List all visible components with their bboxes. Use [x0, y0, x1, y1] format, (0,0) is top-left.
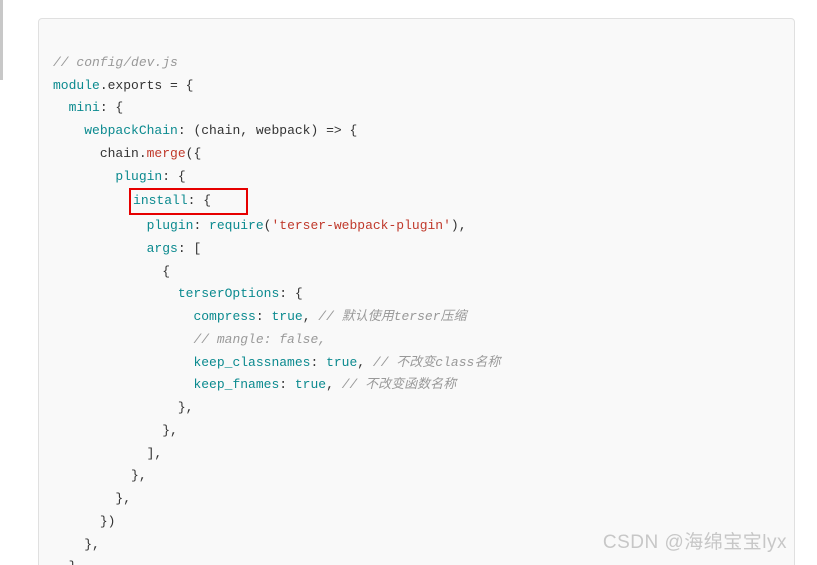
- code-line: install: {: [53, 193, 248, 208]
- code-line: compress: true, // 默认使用terser压缩: [53, 309, 467, 324]
- code-line: // mangle: false,: [53, 332, 326, 347]
- code-line: },: [53, 559, 84, 565]
- code-line: chain.merge({: [53, 146, 201, 161]
- code-line: plugin: {: [53, 169, 186, 184]
- code-line: keep_fnames: true, // 不改变函数名称: [53, 377, 456, 392]
- code-line: ],: [53, 446, 162, 461]
- code-line: },: [53, 400, 193, 415]
- code-line: },: [53, 537, 100, 552]
- code-block: // config/dev.js module.exports = { mini…: [38, 18, 795, 565]
- code-line: {: [53, 264, 170, 279]
- code-line: mini: {: [53, 100, 123, 115]
- highlighted-install-key: install: {: [129, 188, 248, 215]
- comment: // 不改变class名称: [373, 355, 500, 370]
- page: // config/dev.js module.exports = { mini…: [0, 0, 817, 565]
- code-line: // config/dev.js: [53, 55, 178, 70]
- code-line: module.exports = {: [53, 78, 193, 93]
- code-line: args: [: [53, 241, 201, 256]
- code-line: },: [53, 423, 178, 438]
- left-edge-decoration: [0, 0, 3, 80]
- code-line: webpackChain: (chain, webpack) => {: [53, 123, 357, 138]
- comment: // 不改变函数名称: [342, 377, 456, 392]
- code-line: plugin: require('terser-webpack-plugin')…: [53, 218, 467, 233]
- code-line: },: [53, 491, 131, 506]
- code-line: keep_classnames: true, // 不改变class名称: [53, 355, 500, 370]
- code-line: }): [53, 514, 115, 529]
- comment: // config/dev.js: [53, 55, 178, 70]
- code-line: },: [53, 468, 147, 483]
- watermark-text: CSDN @海绵宝宝lyx: [603, 526, 787, 559]
- comment: // mangle: false,: [193, 332, 326, 347]
- comment: // 默认使用terser压缩: [318, 309, 466, 324]
- code-line: terserOptions: {: [53, 286, 303, 301]
